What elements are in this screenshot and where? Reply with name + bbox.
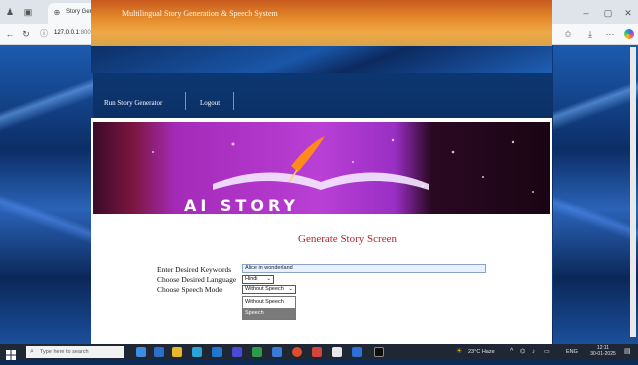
- nav-divider: [185, 92, 186, 110]
- open-book-icon: [213, 172, 429, 190]
- input-language[interactable]: ENG: [566, 346, 578, 358]
- speech-mode-label: Choose Speech Mode: [157, 285, 223, 294]
- hero-artwork: [152, 136, 534, 193]
- hero-title: AI STORY: [184, 196, 299, 215]
- site-header-banner: [91, 0, 552, 46]
- task-view-icon[interactable]: [136, 347, 146, 357]
- terminal-icon[interactable]: [374, 347, 384, 357]
- chrome-icon[interactable]: [292, 347, 302, 357]
- maximize-button[interactable]: ▢: [602, 7, 614, 19]
- store-icon[interactable]: [232, 347, 242, 357]
- settings-icon[interactable]: [272, 347, 282, 357]
- nav-run-story-generator[interactable]: Run Story Generator: [104, 97, 162, 109]
- favorites-icon[interactable]: ✩: [562, 28, 574, 40]
- speech-mode-dropdown: Without Speech Speech: [242, 296, 296, 320]
- ai-story-hero-image: [93, 122, 550, 214]
- nav-divider: [233, 92, 234, 110]
- back-icon[interactable]: ←: [4, 28, 16, 40]
- search-icon: ⌕: [30, 348, 34, 355]
- notepad-icon[interactable]: [332, 347, 342, 357]
- page-scrollbar[interactable]: [630, 47, 636, 337]
- info-icon[interactable]: ⓘ: [38, 28, 50, 40]
- keywords-label: Enter Desired Keywords: [157, 265, 232, 274]
- more-icon[interactable]: ⋯: [604, 28, 616, 40]
- edge-icon[interactable]: [192, 347, 202, 357]
- network-icon[interactable]: ⌬: [520, 346, 525, 358]
- option-without-speech[interactable]: Without Speech: [243, 297, 295, 308]
- weather-text[interactable]: 23°C Haze: [468, 346, 495, 358]
- weather-icon[interactable]: ☀: [456, 346, 462, 358]
- nav-logout[interactable]: Logout: [200, 97, 220, 109]
- battery-icon[interactable]: ▭: [544, 346, 550, 358]
- profile-icon[interactable]: ♟: [4, 6, 16, 18]
- speech-mode-select[interactable]: Without Speech ⌄: [242, 285, 296, 294]
- file-explorer-icon[interactable]: [172, 347, 182, 357]
- pdf-icon[interactable]: [312, 347, 322, 357]
- quill-icon: [291, 136, 325, 172]
- volume-icon[interactable]: ♪: [532, 346, 535, 358]
- language-label: Choose Desired Language: [157, 275, 237, 284]
- notification-icon[interactable]: ▤: [624, 346, 631, 358]
- windows-start-icon[interactable]: [6, 347, 16, 360]
- vscode-icon[interactable]: [352, 347, 362, 357]
- clock[interactable]: 12:11 30-01-2025: [588, 345, 618, 357]
- globe-icon: ⊕: [53, 8, 61, 17]
- mail-icon[interactable]: [212, 347, 222, 357]
- site-nav-bar: [91, 46, 552, 73]
- speech-mode-selected-value: Without Speech: [245, 286, 284, 292]
- minimize-button[interactable]: –: [580, 7, 592, 19]
- app-icon[interactable]: [252, 347, 262, 357]
- widgets-icon[interactable]: [154, 347, 164, 357]
- language-selected-value: Hindi: [245, 276, 258, 282]
- chevron-down-icon: ⌄: [288, 286, 293, 292]
- option-speech[interactable]: Speech: [243, 308, 295, 319]
- chevron-down-icon: ⌄: [266, 276, 271, 282]
- taskbar-search-placeholder: Type here to search: [40, 349, 89, 355]
- left-background-decoration: [0, 45, 93, 344]
- keywords-input[interactable]: Alice in wonderland: [242, 264, 486, 273]
- tab-actions-icon[interactable]: ▣: [22, 6, 34, 18]
- reload-icon[interactable]: ↻: [20, 28, 32, 40]
- close-window-button[interactable]: ✕: [622, 7, 634, 19]
- right-background-decoration: [553, 45, 638, 344]
- language-select[interactable]: Hindi ⌄: [242, 275, 274, 284]
- copilot-icon[interactable]: [624, 29, 634, 39]
- url-host: 127.0.0.1: [54, 30, 80, 36]
- form-title: Generate Story Screen: [298, 233, 397, 245]
- tray-overflow-icon[interactable]: ^: [510, 346, 513, 358]
- site-title: Multilingual Story Generation & Speech S…: [122, 9, 278, 18]
- downloads-icon[interactable]: ⤓: [584, 28, 596, 40]
- clock-date: 30-01-2025: [590, 351, 616, 357]
